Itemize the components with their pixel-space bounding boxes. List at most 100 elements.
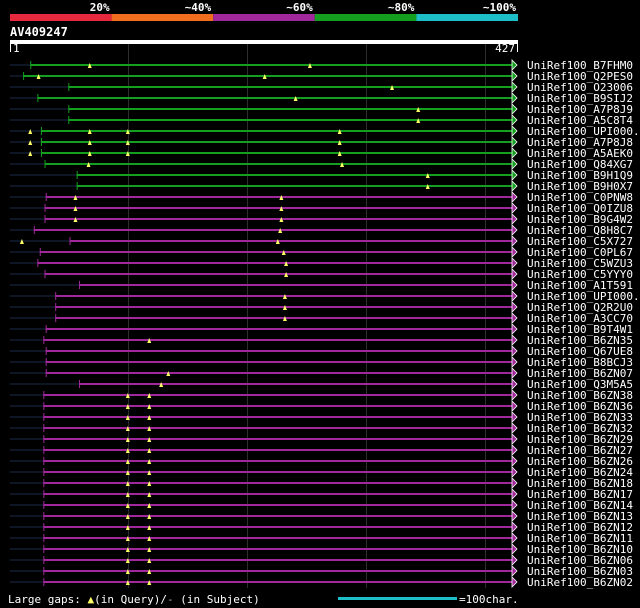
hit-bar xyxy=(43,526,513,528)
grid-lines xyxy=(128,44,486,588)
footer-gaps-text: Large gaps: ▲(in Query)/- (in Subject) xyxy=(8,593,260,606)
hit-end-arrow-icon xyxy=(511,312,518,324)
hit-bar xyxy=(44,273,513,275)
hit-end-arrow-icon xyxy=(511,433,518,445)
hit-bar xyxy=(79,284,513,286)
hit-end-arrow-icon xyxy=(511,345,518,357)
hit-bar xyxy=(43,581,513,583)
hit-end-arrow-icon xyxy=(511,125,518,137)
hit-bar xyxy=(43,559,513,561)
hit-bar xyxy=(37,262,514,264)
hit-end-arrow-icon xyxy=(511,554,518,566)
hit-bar xyxy=(45,361,513,363)
hit-bar xyxy=(44,218,513,220)
hit-end-arrow-icon xyxy=(511,367,518,379)
hit-bar xyxy=(44,163,513,165)
hit-end-arrow-icon xyxy=(511,565,518,577)
hit-end-arrow-icon xyxy=(511,389,518,401)
gaps-subject-label: (in Subject) xyxy=(174,593,260,606)
hit-bar xyxy=(43,570,513,572)
hit-bar xyxy=(43,537,513,539)
legend-swatch xyxy=(111,14,214,21)
hit-end-arrow-icon xyxy=(511,532,518,544)
legend-swatch xyxy=(10,14,112,21)
hit-bar xyxy=(40,152,513,154)
hit-bar xyxy=(45,350,513,352)
hit-end-arrow-icon xyxy=(511,323,518,335)
hit-bar xyxy=(68,86,514,88)
hit-bar xyxy=(69,240,513,242)
hit-bar xyxy=(76,185,513,187)
hit-bar xyxy=(43,416,513,418)
hit-end-arrow-icon xyxy=(511,279,518,291)
hit-end-arrow-icon xyxy=(511,213,518,225)
hit-end-arrow-icon xyxy=(511,455,518,467)
hit-end-arrow-icon xyxy=(511,92,518,104)
hit-bar xyxy=(23,75,513,77)
query-end-label: 427 xyxy=(495,42,515,55)
hit-bar xyxy=(40,130,513,132)
subject-gap-dash-icon: - xyxy=(167,593,174,606)
hit-bar xyxy=(43,471,513,473)
hit-end-arrow-icon xyxy=(511,400,518,412)
hit-bar xyxy=(43,394,513,396)
hit-bar xyxy=(33,229,513,231)
hit-end-arrow-icon xyxy=(511,268,518,280)
hit-end-arrow-icon xyxy=(511,301,518,313)
hit-end-arrow-icon xyxy=(511,466,518,478)
hit-end-arrow-icon xyxy=(511,543,518,555)
query-name: AV409247 xyxy=(10,25,68,39)
hit-bar xyxy=(40,141,513,143)
footer: Large gaps: ▲(in Query)/- (in Subject) =… xyxy=(8,593,519,606)
hit-bar xyxy=(43,515,513,517)
hit-end-arrow-icon xyxy=(511,114,518,126)
hit-bar xyxy=(76,174,513,176)
legend-label: ~80% xyxy=(388,1,415,14)
gaps-query-label: (in Query)/ xyxy=(94,593,167,606)
hit-end-arrow-icon xyxy=(511,81,518,93)
hit-end-arrow-icon xyxy=(511,411,518,423)
hit-end-arrow-icon xyxy=(511,235,518,247)
hit-end-arrow-icon xyxy=(511,158,518,170)
hit-end-arrow-icon xyxy=(511,488,518,500)
hit-bar xyxy=(45,328,513,330)
hit-end-arrow-icon xyxy=(511,422,518,434)
hit-bar xyxy=(45,372,513,374)
hit-end-arrow-icon xyxy=(511,378,518,390)
hit-end-arrow-icon xyxy=(511,290,518,302)
scale-bar xyxy=(337,597,457,600)
hit-end-arrow-icon xyxy=(511,180,518,192)
hit-bar xyxy=(43,460,513,462)
hit-bar xyxy=(43,405,513,407)
hit-end-arrow-icon xyxy=(511,191,518,203)
hit-end-arrow-icon xyxy=(511,224,518,236)
alignment-chart: 20% ~40% ~60% ~80% ~100% AV409247 1 427 UniR… xyxy=(8,1,640,606)
hit-end-arrow-icon xyxy=(511,169,518,181)
hit-bar xyxy=(79,383,513,385)
gaps-prefix: Large gaps: xyxy=(8,593,87,606)
legend-swatch xyxy=(314,14,417,21)
hit-bar xyxy=(68,108,514,110)
legend-label: ~40% xyxy=(185,1,212,14)
hit-end-arrow-icon xyxy=(511,70,518,82)
scale-label: =100char. xyxy=(459,593,519,606)
color-legend: 20% ~40% ~60% ~80% ~100% xyxy=(10,1,518,21)
hit-bar xyxy=(30,64,514,66)
hit-label[interactable]: UniRef100_B6ZN02 xyxy=(527,576,633,589)
hit-bar xyxy=(43,449,513,451)
hit-end-arrow-icon xyxy=(511,521,518,533)
hit-bar xyxy=(43,548,513,550)
hit-bar xyxy=(43,482,513,484)
hit-bar xyxy=(68,119,514,121)
hit-row[interactable]: UniRef100_B6ZN02 xyxy=(10,576,633,589)
hit-end-arrow-icon xyxy=(511,147,518,159)
hit-end-arrow-icon xyxy=(511,59,518,71)
hit-end-arrow-icon xyxy=(511,136,518,148)
hit-list: UniRef100_B7FHM0UniRef100_Q2PES0UniRef10… xyxy=(10,59,640,589)
hit-end-arrow-icon xyxy=(511,246,518,258)
hit-bar xyxy=(43,493,513,495)
hit-end-arrow-icon xyxy=(511,477,518,489)
hit-bar xyxy=(37,97,514,99)
hit-end-arrow-icon xyxy=(511,202,518,214)
query-start-label: 1 xyxy=(13,42,20,55)
